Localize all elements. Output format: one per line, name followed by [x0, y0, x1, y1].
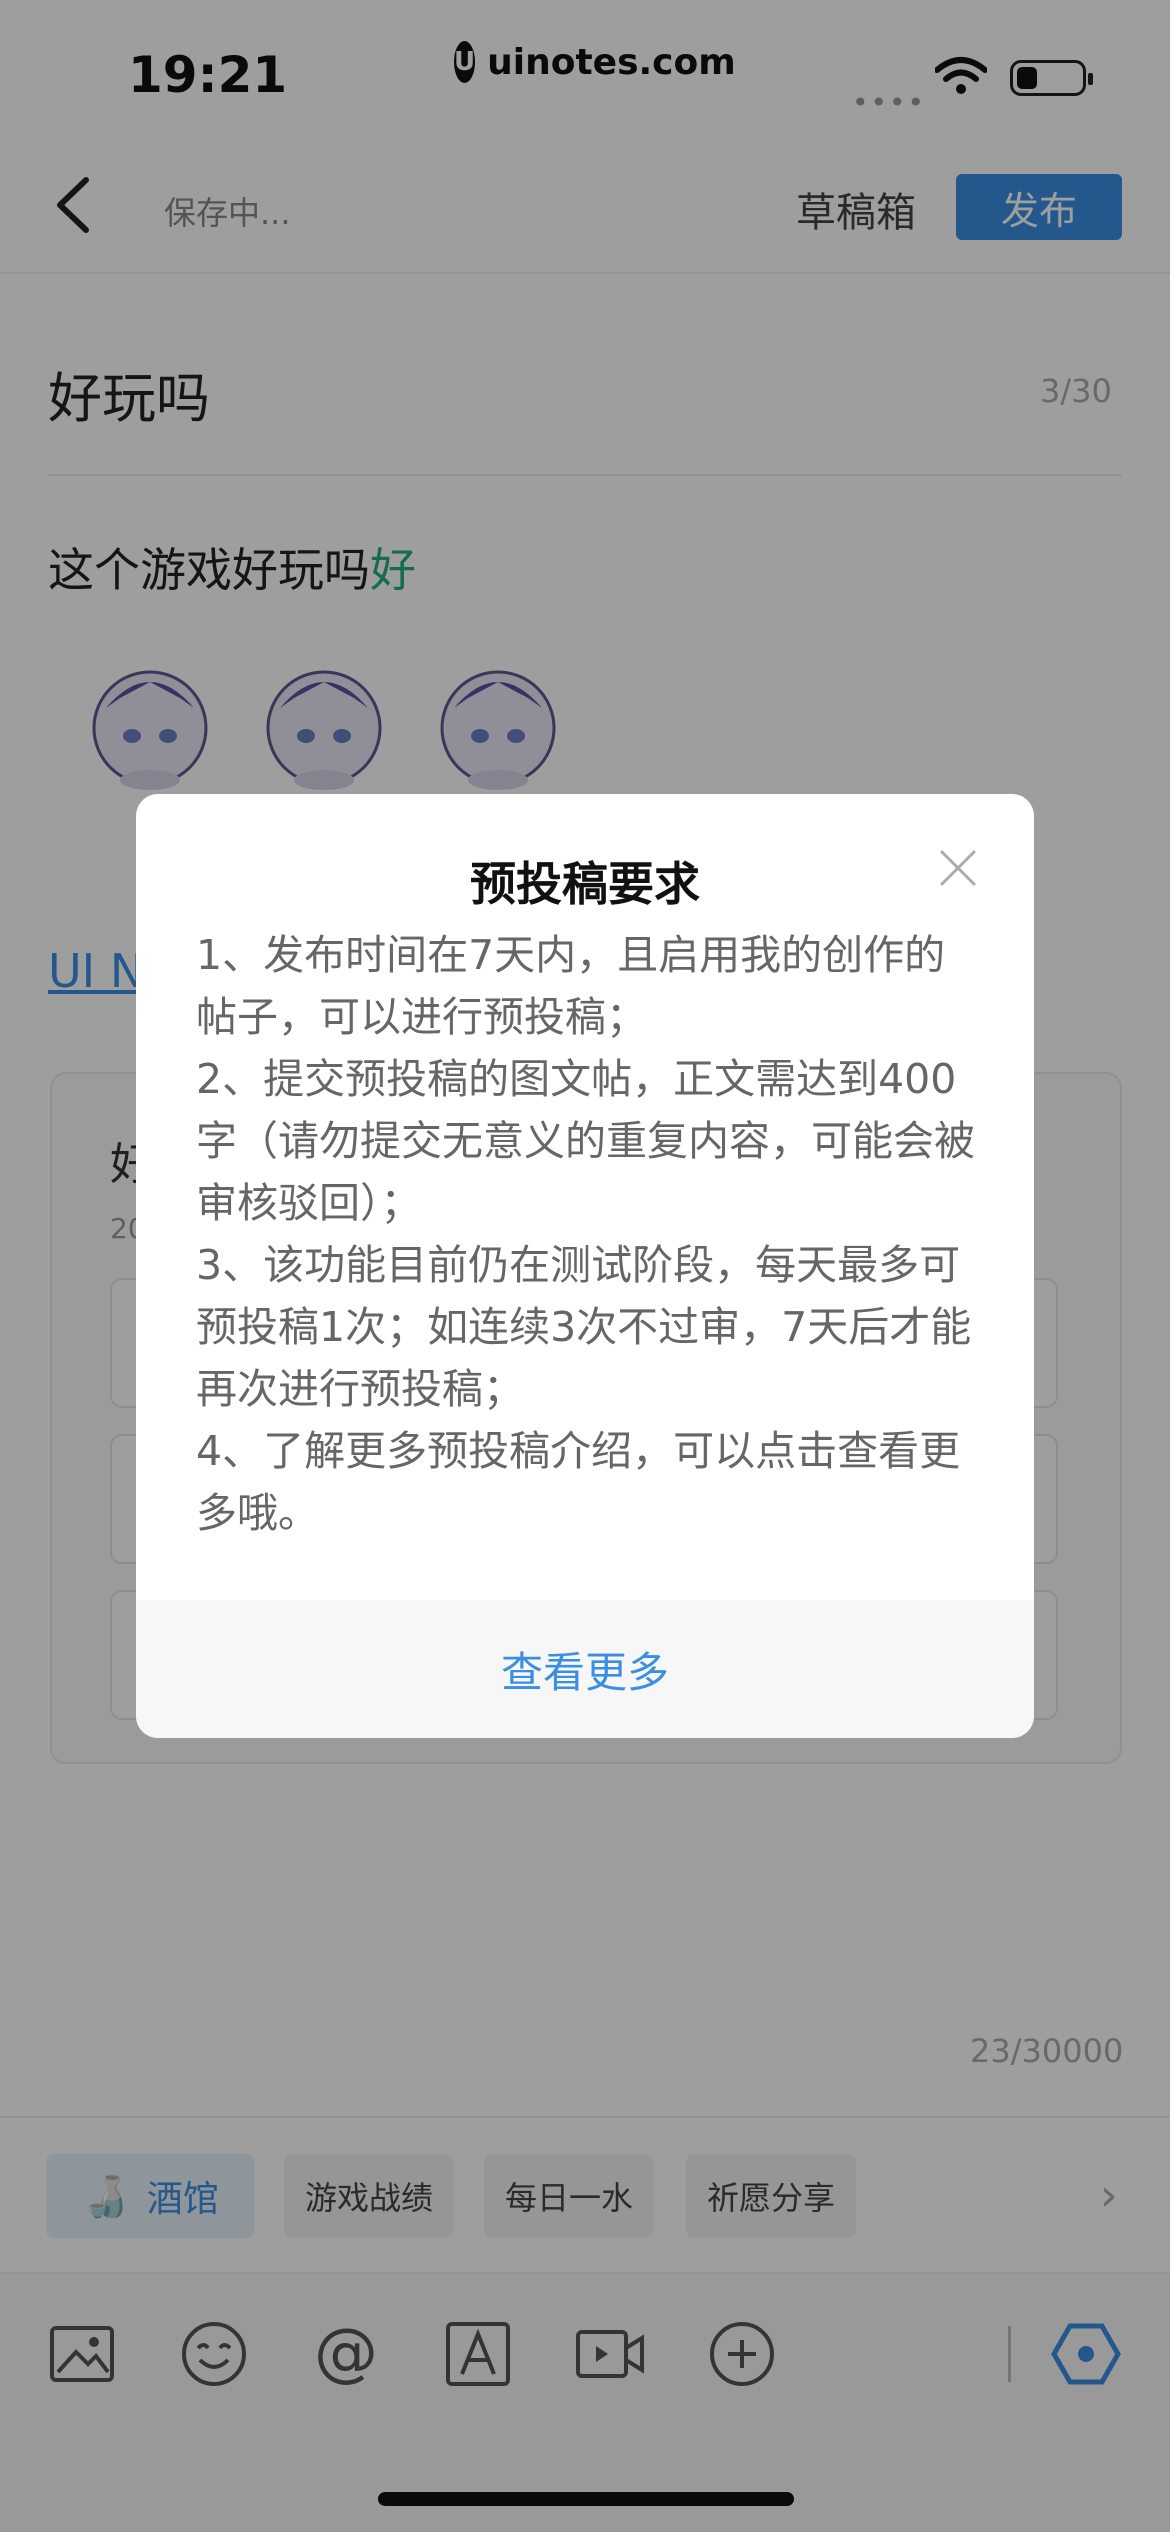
requirement-item: 1、发布时间在7天内，且启用我的创作的帖子，可以进行预投稿； [196, 931, 946, 1041]
requirement-item: 2、提交预投稿的图文帖，正文需达到400字（请勿提交无意义的重复内容，可能会被审… [196, 1055, 975, 1227]
close-icon[interactable] [936, 846, 980, 890]
modal-content: 1、发布时间在7天内，且启用我的创作的帖子，可以进行预投稿； 2、提交预投稿的图… [196, 924, 986, 1544]
modal-footer: 查看更多 [136, 1600, 1034, 1738]
modal-title: 预投稿要求 [470, 857, 700, 911]
pre-submission-modal: 预投稿要求 1、发布时间在7天内，且启用我的创作的帖子，可以进行预投稿； 2、提… [136, 794, 1034, 1738]
view-more-button[interactable]: 查看更多 [501, 1639, 669, 1700]
requirement-item: 3、该功能目前仍在测试阶段，每天最多可预投稿1次；如连续3次不过审，7天后才能再… [196, 1241, 972, 1413]
requirement-item: 4、了解更多预投稿介绍，可以点击查看更多哦。 [196, 1427, 961, 1537]
